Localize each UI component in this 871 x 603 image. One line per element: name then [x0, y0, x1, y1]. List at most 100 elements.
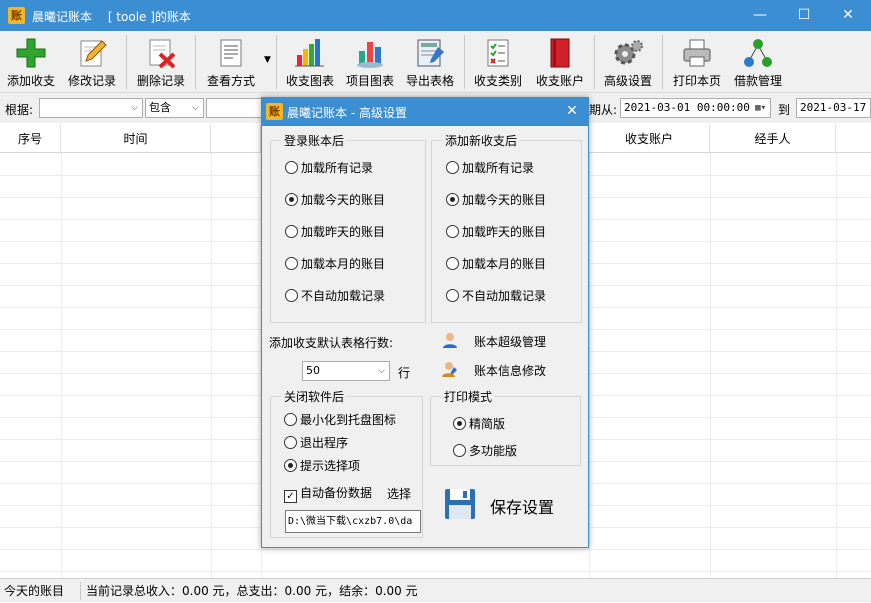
date-from-picker[interactable]: 2021-03-01 00:00:00 ▦▾ [620, 98, 771, 118]
status-divider [80, 582, 81, 600]
account-button[interactable]: 收支账户 [530, 34, 590, 90]
on-close-group: 关闭软件后 最小化到托盘图标 退出程序 提示选择项 ✓ 自动备份数据 选择 D:\微当… [270, 388, 423, 538]
filter-by-label: 根据: [5, 103, 34, 117]
chevron-down-icon: ⌵ [378, 366, 385, 376]
project-chart-button[interactable]: 项目图表 [340, 34, 400, 90]
after_login-option[interactable]: 加载所有记录 [285, 160, 373, 176]
filter-match-select[interactable]: 包含 ⌵ [145, 98, 204, 118]
on_close-option[interactable]: 提示选择项 [284, 458, 360, 474]
print-mode-title: 打印模式 [441, 388, 496, 405]
toolbar-divider [662, 35, 663, 89]
close-button[interactable]: ✕ [826, 0, 870, 31]
dialog-title: 晨曦记账本 - 高级设置 [287, 106, 407, 120]
default-rows-label: 添加收支默认表格行数: [269, 336, 394, 350]
add-record-button[interactable]: 添加收支 [2, 34, 60, 90]
dialog-close-button[interactable]: ✕ [560, 103, 584, 119]
on_close-option[interactable]: 退出程序 [284, 435, 348, 451]
column-header-account[interactable]: 收支账户 [589, 125, 710, 153]
printer-icon [683, 39, 711, 67]
after_add-option[interactable]: 加载本月的账目 [446, 256, 546, 272]
chevron-down-icon: ⌵ [131, 103, 138, 113]
after_add-option[interactable]: 不自动加载记录 [446, 288, 546, 304]
settings-gear-icon [614, 40, 643, 65]
after-login-title: 登录账本后 [281, 132, 348, 149]
add-plus-icon [16, 38, 46, 68]
filter-keyword-input[interactable] [206, 98, 266, 118]
after_login-option[interactable]: 加载今天的账目 [285, 192, 385, 208]
income-chart-button[interactable]: 收支图表 [280, 34, 340, 90]
on_close-option-label: 退出程序 [300, 436, 349, 450]
bar-chart-icon [295, 39, 324, 67]
info-edit-label: 账本信息修改 [474, 364, 547, 378]
advanced-settings-dialog[interactable]: 账 晨曦记账本 - 高级设置 ✕ 登录账本后 加载所有记录 加载今天的账目 加载昨天… [261, 97, 589, 548]
calendar-icon[interactable]: ▦▾ [755, 99, 766, 117]
grid-column-line [211, 153, 212, 578]
category-button[interactable]: 收支类别 [468, 34, 528, 90]
default-rows-select[interactable]: 50 ⌵ [302, 361, 390, 381]
after_add-option[interactable]: 加载今天的账目 [446, 192, 546, 208]
export-table-button[interactable]: 导出表格 [400, 34, 460, 90]
after_add-option[interactable]: 加载所有记录 [446, 160, 534, 176]
column-header-time[interactable]: 时间 [61, 125, 211, 153]
print_mode-option[interactable]: 精简版 [453, 416, 505, 432]
filter-field-select[interactable]: ⌵ [39, 98, 143, 118]
export-sheet-icon [417, 39, 444, 67]
window-title: 晨曦记账本 [ toole ]的账本 [32, 10, 191, 24]
column-header[interactable] [211, 125, 261, 153]
date-to-label: 到 [778, 103, 791, 117]
column-header-index[interactable]: 序号 [0, 125, 61, 153]
after_add-option-label: 加载昨天的账目 [462, 225, 547, 239]
column-header[interactable] [836, 125, 871, 153]
chevron-down-icon: ⌵ [192, 103, 199, 113]
loan-network-icon [744, 39, 772, 67]
radio-button-icon [284, 459, 297, 472]
maximize-button[interactable]: ☐ [782, 0, 826, 31]
print_mode-option[interactable]: 多功能版 [453, 443, 517, 459]
after_login-option[interactable]: 加载本月的账目 [285, 256, 385, 272]
print_mode-option-label: 多功能版 [469, 444, 518, 458]
save-settings-button[interactable]: 保存设置 [444, 487, 562, 523]
app-logo-icon: 账 [266, 103, 283, 120]
delete-record-button[interactable]: 删除记录 [131, 34, 191, 90]
save-settings-label: 保存设置 [490, 498, 555, 517]
add-record-label: 添加收支 [6, 74, 55, 88]
on_close-option[interactable]: 最小化到托盘图标 [284, 412, 396, 428]
radio-button-icon [446, 289, 459, 302]
view-mode-button[interactable]: 查看方式 [200, 34, 262, 90]
radio-button-icon [284, 413, 297, 426]
after_login-option[interactable]: 不自动加载记录 [285, 288, 385, 304]
title-bar[interactable]: 账 晨曦记账本 [ toole ]的账本 — ☐ ✕ [0, 0, 871, 31]
auto-backup-checkbox[interactable]: ✓ 自动备份数据 [284, 485, 372, 503]
choose-backup-link[interactable]: 选择 [387, 485, 411, 502]
after_add-option-label: 加载所有记录 [462, 161, 535, 175]
view-mode-label: 查看方式 [206, 74, 255, 88]
after_add-option-label: 加载本月的账目 [462, 257, 547, 271]
date-to-picker[interactable]: 2021-03-17 2 [796, 98, 871, 118]
dialog-title-bar[interactable]: 账 晨曦记账本 - 高级设置 ✕ [262, 98, 588, 126]
after_add-option[interactable]: 加载昨天的账目 [446, 224, 546, 240]
after_login-option[interactable]: 加载昨天的账目 [285, 224, 385, 240]
date-from-label: 期从: [589, 103, 618, 117]
view-mode-dropdown-arrow[interactable]: ▼ [264, 55, 271, 65]
print_mode-option-label: 精简版 [469, 417, 506, 431]
edit-record-button[interactable]: 修改记录 [62, 34, 122, 90]
grid-row-line [0, 549, 871, 550]
radio-button-icon [285, 225, 298, 238]
minimize-button[interactable]: — [738, 0, 782, 31]
date-from-value: 2021-03-01 00:00:00 [624, 101, 750, 114]
edit-pencil-icon [80, 40, 107, 67]
column-header-handler[interactable]: 经手人 [710, 125, 836, 153]
toolbar-divider [276, 35, 277, 89]
after_add-option-label: 加载今天的账目 [462, 193, 547, 207]
account-label: 收支账户 [535, 74, 584, 88]
loan-manage-label: 借款管理 [733, 74, 782, 88]
backup-path-input[interactable]: D:\微当下载\cxzb7.0\da [285, 510, 421, 533]
radio-button-icon [453, 417, 466, 430]
grid-column-line [61, 153, 62, 578]
toolbar-divider [594, 35, 595, 89]
advanced-settings-button[interactable]: 高级设置 [598, 34, 658, 90]
radio-button-icon [446, 161, 459, 174]
floppy-save-icon [445, 489, 475, 519]
print-page-button[interactable]: 打印本页 [667, 34, 727, 90]
loan-manage-button[interactable]: 借款管理 [728, 34, 788, 90]
